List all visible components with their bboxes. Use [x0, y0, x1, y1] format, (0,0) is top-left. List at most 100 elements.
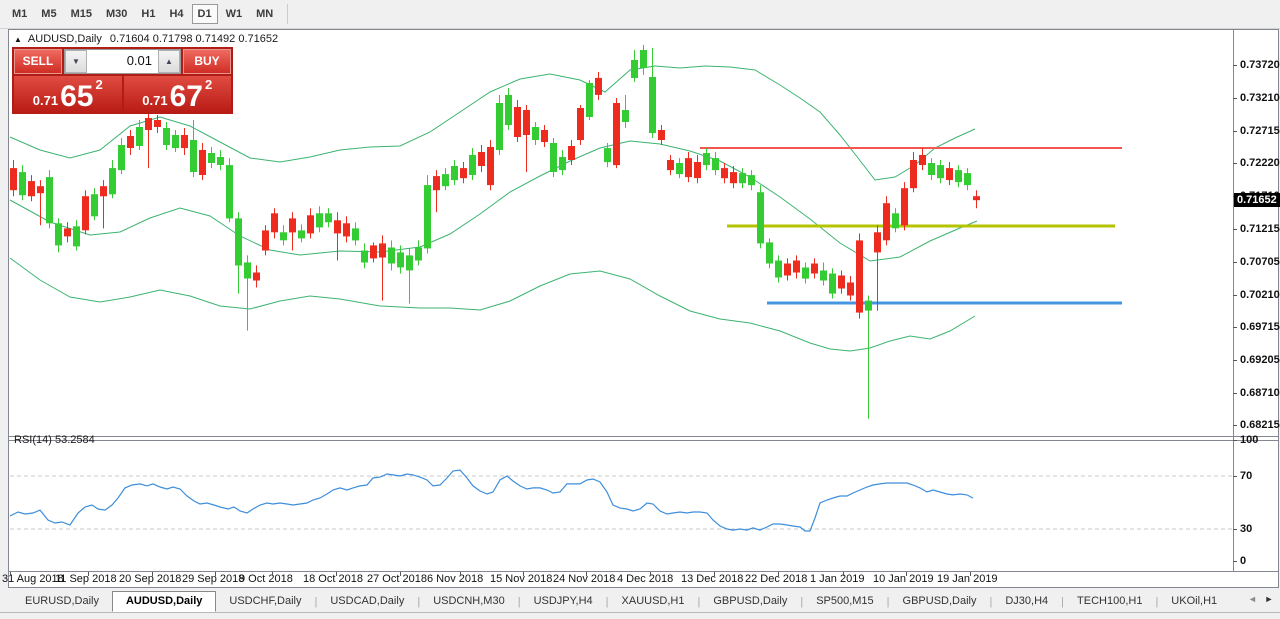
- price-axis-tick: [1233, 229, 1237, 230]
- timeframe-toolbar: M1 M5 M15 M30 H1 H4 D1 W1 MN: [0, 0, 1280, 29]
- date-axis-tick: [906, 572, 907, 576]
- pane-separator[interactable]: [9, 436, 1278, 437]
- timeframe-button-m30[interactable]: M30: [100, 4, 133, 24]
- tab-scroll-left-icon[interactable]: ◄: [1245, 594, 1259, 604]
- tab-ukoil-h1[interactable]: UKOil,H1: [1158, 592, 1230, 612]
- sell-price-prefix: 0.71: [32, 93, 59, 108]
- rsi-level-label: 70: [1240, 470, 1253, 482]
- price-axis-tick: [1233, 393, 1237, 394]
- sell-price-box[interactable]: 0.71 65 2: [14, 76, 122, 114]
- price-axis-label: 0.72715: [1240, 125, 1280, 137]
- toolbar-divider: [287, 4, 289, 24]
- timeframe-button-h1[interactable]: H1: [135, 4, 161, 24]
- rsi-level-label: 30: [1240, 523, 1253, 535]
- date-axis-label: 4 Dec 2018: [617, 573, 674, 585]
- collapse-triangle-icon[interactable]: ▲: [14, 35, 22, 44]
- bottom-strip: [0, 612, 1280, 619]
- sell-button[interactable]: SELL: [14, 49, 62, 74]
- rsi-indicator-label: RSI(14) 53.2584: [14, 434, 95, 446]
- tab-scroll-right-icon[interactable]: ►: [1262, 594, 1276, 604]
- date-axis-tick: [843, 572, 844, 576]
- price-axis-label: 0.70705: [1240, 256, 1280, 268]
- sell-price-big: 65: [60, 80, 94, 113]
- tab-usdjpy-h4[interactable]: USDJPY,H4: [521, 592, 606, 612]
- date-axis-tick: [523, 572, 524, 576]
- lot-decrease-button[interactable]: ▼: [65, 50, 87, 73]
- tab-tech100-h1[interactable]: TECH100,H1: [1064, 592, 1155, 612]
- lot-size-value[interactable]: 0.01: [87, 50, 158, 73]
- date-axis-label: 22 Dec 2018: [745, 573, 808, 585]
- price-axis-label: 0.69205: [1240, 354, 1280, 366]
- tab-xauusd-h1[interactable]: XAUUSD,H1: [609, 592, 698, 612]
- date-axis-label: 29 Sep 2018: [182, 573, 245, 585]
- buy-price-big: 67: [169, 80, 203, 113]
- lot-size-stepper: ▼ 0.01 ▲: [64, 49, 181, 74]
- price-axis-tick: [1233, 262, 1237, 263]
- price-axis-tick: [1233, 327, 1237, 328]
- price-axis-tick: [1233, 295, 1237, 296]
- tab-dj30-h4[interactable]: DJ30,H4: [992, 592, 1061, 612]
- timeframe-button-m5[interactable]: M5: [35, 4, 62, 24]
- tab-gbpusd-daily[interactable]: GBPUSD,Daily: [890, 592, 990, 612]
- date-axis-label: 11 Sep 2018: [55, 573, 117, 585]
- tab-sp500-m15[interactable]: SP500,M15: [803, 592, 886, 612]
- rsi-level-label: 100: [1240, 434, 1259, 446]
- buy-button[interactable]: BUY: [183, 49, 231, 74]
- pane-separator[interactable]: [9, 440, 1278, 441]
- date-axis-label: 13 Dec 2018: [681, 573, 744, 585]
- tab-usdcnh-m30[interactable]: USDCNH,M30: [420, 592, 518, 612]
- tab-usdchf-daily[interactable]: USDCHF,Daily: [216, 592, 314, 612]
- date-axis-label: 20 Sep 2018: [119, 573, 182, 585]
- date-axis-label: 9 Oct 2018: [239, 573, 293, 585]
- date-axis-label: 24 Nov 2018: [553, 573, 616, 585]
- price-axis-tick: [1233, 425, 1237, 426]
- date-axis-tick: [778, 572, 779, 576]
- chart-tab-bar: EURUSD,Daily AUDUSD,Daily USDCHF,Daily | USD…: [0, 590, 1280, 612]
- tab-eurusd-daily[interactable]: EURUSD,Daily: [12, 592, 112, 612]
- lot-increase-button[interactable]: ▲: [158, 50, 180, 73]
- price-axis-label: 0.68710: [1240, 387, 1280, 399]
- date-axis-tick: [10, 572, 11, 576]
- price-axis-tick: [1233, 65, 1237, 66]
- rsi-level-label: 0: [1240, 555, 1247, 567]
- buy-price-prefix: 0.71: [142, 93, 168, 108]
- date-axis-tick: [586, 572, 587, 576]
- date-axis-label: 27 Oct 2018: [367, 573, 427, 585]
- timeframe-button-h4[interactable]: H4: [163, 4, 189, 24]
- price-axis-label: 0.70210: [1240, 289, 1280, 301]
- timeframe-button-d1[interactable]: D1: [191, 4, 218, 24]
- timeframe-button-m1[interactable]: M1: [6, 4, 33, 24]
- mt4-window: { "toolbar": { "timeframes": ["M1","M5",…: [0, 0, 1280, 619]
- one-click-trading-panel: SELL ▼ 0.01 ▲ BUY 0.71 65 2 0.71 67 2: [12, 47, 233, 114]
- timeframe-button-m15[interactable]: M15: [65, 4, 98, 24]
- date-axis-tick: [152, 572, 153, 576]
- date-axis-label: 19 Jan 2019: [937, 573, 998, 585]
- price-axis-label: 0.69715: [1240, 321, 1280, 333]
- price-axis-label: 0.71215: [1240, 223, 1280, 235]
- tab-audusd-daily[interactable]: AUDUSD,Daily: [111, 591, 217, 612]
- date-axis-tick: [336, 572, 337, 576]
- price-axis-label: 0.73720: [1240, 59, 1280, 71]
- date-axis-tick: [460, 572, 461, 576]
- tab-scroll-arrows: ◄ ►: [1245, 594, 1276, 604]
- timeframe-button-mn[interactable]: MN: [250, 4, 279, 24]
- date-axis-label: 10 Jan 2019: [873, 573, 934, 585]
- date-axis-tick: [970, 572, 971, 576]
- date-axis-tick: [714, 572, 715, 576]
- chart-title: ▲ AUDUSD,Daily 0.71604 0.71798 0.71492 0.7…: [14, 33, 278, 47]
- buy-price-box[interactable]: 0.71 67 2: [123, 76, 231, 114]
- tab-gbpusd-daily[interactable]: GBPUSD,Daily: [700, 592, 800, 612]
- date-axis-tick: [88, 572, 89, 576]
- price-axis-label: 0.73210: [1240, 92, 1280, 104]
- date-axis-label: 6 Nov 2018: [427, 573, 484, 585]
- date-axis-label: 15 Nov 2018: [490, 573, 553, 585]
- buy-price-sup: 2: [204, 77, 213, 92]
- symbol-name: AUDUSD,Daily: [27, 33, 102, 45]
- rsi-level-tick: [1233, 476, 1237, 477]
- price-axis-tick: [1233, 360, 1237, 361]
- tab-usdcad-daily[interactable]: USDCAD,Daily: [317, 592, 417, 612]
- timeframe-button-w1[interactable]: W1: [220, 4, 249, 24]
- ohlc-values: 0.71604 0.71798 0.71492 0.71652: [109, 33, 279, 45]
- date-axis-label: 1 Jan 2019: [810, 573, 865, 585]
- date-axis-tick: [215, 572, 216, 576]
